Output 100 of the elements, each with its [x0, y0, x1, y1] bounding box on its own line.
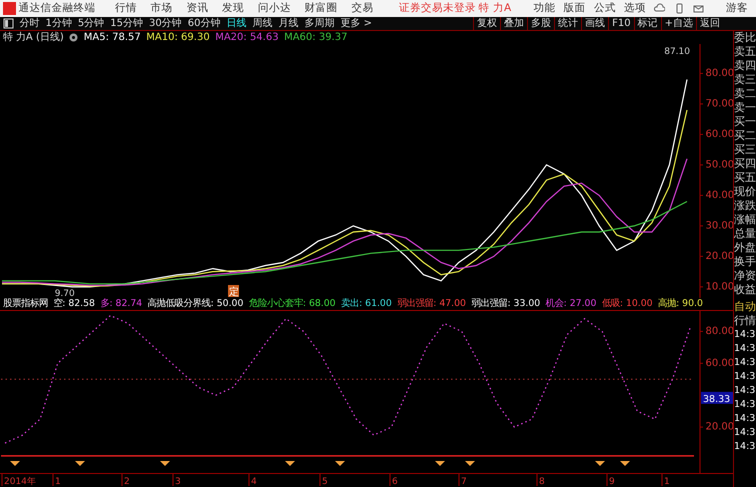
menu-item[interactable]: 财富圈 — [304, 0, 338, 17]
indicator-value: 机会: 27.00 — [546, 298, 596, 310]
marker-tag: 定 — [228, 285, 239, 298]
indicator-series-name: 多 — [100, 298, 110, 310]
indicator-value: 弱出强留: 33.00 — [471, 298, 540, 310]
menu-item[interactable]: 问小达 — [258, 0, 291, 17]
trade-time: 14:3 — [734, 412, 756, 426]
toolbar-button[interactable]: 多股 — [527, 17, 554, 30]
x-axis-label: 9 — [609, 477, 615, 486]
indicator-value: 低吸: 10.00 — [602, 298, 653, 310]
menu-item[interactable]: 版面 — [564, 0, 586, 17]
cloud-icon[interactable] — [654, 3, 666, 14]
period-tab[interactable]: 30分钟 — [146, 17, 185, 30]
quote-label: 涨跌 — [734, 199, 756, 213]
menu-item[interactable]: 发现 — [222, 0, 244, 17]
ma-value: : 54.63 — [243, 31, 279, 44]
period-tab[interactable]: 月线 — [275, 17, 302, 30]
trade-time: 14:3 — [734, 426, 756, 440]
toolbar-button[interactable]: +自选 — [660, 17, 696, 30]
panel-toggle-icon[interactable] — [2, 18, 14, 29]
chart-stock-label: 特 力A (日线) — [2, 31, 64, 44]
low-price-label: 9.70 — [54, 288, 75, 298]
quote-label: 收益 — [734, 283, 756, 297]
indicator-value: 高抛: 90.0 — [658, 298, 703, 310]
toolbar-button[interactable]: 画线 — [581, 17, 608, 30]
quote-label: 卖四 — [734, 59, 756, 73]
x-axis-label: 1 — [664, 477, 670, 486]
trade-time: 14:3 — [734, 384, 756, 398]
period-tab[interactable]: 多周期 — [301, 17, 338, 30]
menu-item[interactable]: 功能 — [533, 0, 556, 17]
auto-label: 自动 — [734, 300, 756, 314]
trade-time: 14:3 — [734, 356, 756, 370]
quote-label: 现价 — [734, 185, 756, 199]
trade-time: 14:3 — [734, 440, 756, 454]
indicator-value: 高抛低吸分界线: 50.00 — [148, 298, 244, 310]
toolbar-button[interactable]: F10 — [608, 17, 634, 30]
indicator-value: 空: 82.58 — [53, 298, 95, 310]
login-status[interactable]: 证券交易未登录 — [398, 0, 476, 17]
indicator-value: 卖出: 61.00 — [341, 298, 392, 310]
indicator-value: 股票指标网 — [2, 298, 48, 310]
x-axis-label: 5 — [322, 477, 328, 486]
period-tab[interactable]: 更多 > — [337, 17, 376, 30]
quote-label: 买一 — [734, 115, 756, 129]
ma-name: MA5 — [84, 31, 106, 44]
ma-name: MA20 — [215, 31, 244, 44]
indicator-value: 弱出强留: 47.00 — [397, 298, 466, 310]
menu-item[interactable]: 资讯 — [186, 0, 208, 17]
quote-label: 换手 — [734, 255, 756, 269]
menu-item[interactable]: 市场 — [150, 0, 172, 17]
quote-label: 净资 — [734, 269, 756, 283]
x-axis-label: 7 — [461, 477, 467, 486]
mail-icon[interactable] — [692, 3, 704, 14]
app-logo-icon — [2, 2, 16, 15]
period-tab[interactable]: 日线 — [223, 17, 250, 30]
toolbar-button[interactable]: 标记 — [634, 17, 661, 30]
menu-item[interactable]: 选项 — [624, 0, 646, 17]
toolbar-button[interactable]: 返回 — [696, 17, 723, 30]
ma-name: MA60 — [284, 31, 312, 44]
quote-label: 买三 — [734, 143, 756, 157]
trade-time: 14:3 — [734, 370, 756, 384]
period-tab[interactable]: 周线 — [249, 17, 276, 30]
user-name[interactable]: 游客 — [726, 0, 748, 17]
quote-label: 外盘 — [734, 241, 756, 255]
quote-label: 涨幅 — [734, 213, 756, 227]
gear-icon[interactable] — [69, 33, 78, 42]
quote-label: 行情 — [734, 314, 756, 328]
toolbar-button[interactable]: 统计 — [554, 17, 582, 30]
x-axis-label: 3 — [175, 477, 181, 486]
x-axis-label: 4 — [251, 477, 257, 486]
trade-time: 14:3 — [734, 328, 756, 342]
ma-value: : 39.37 — [312, 31, 348, 44]
indicator-value: 危险小心套牢: 68.00 — [248, 298, 336, 310]
x-axis-label: 8 — [539, 477, 545, 486]
period-tab[interactable]: 60分钟 — [184, 17, 224, 30]
trade-time: 14:3 — [734, 342, 756, 356]
period-tab[interactable]: 5分钟 — [74, 17, 108, 30]
toolbar-button[interactable]: 复权 — [473, 17, 500, 30]
quote-label: 委比 — [734, 31, 756, 45]
quote-label: 买五 — [734, 171, 756, 185]
quote-label: 卖二 — [734, 87, 756, 101]
phone-icon[interactable] — [674, 3, 684, 14]
period-tab[interactable]: 1分钟 — [42, 17, 75, 30]
x-axis-label: 6 — [392, 477, 398, 486]
quote-label: 买二 — [734, 129, 756, 143]
high-price-label: 87.10 — [664, 47, 690, 57]
quote-label: 总量 — [734, 227, 756, 241]
toolbar-button[interactable]: 叠加 — [500, 17, 528, 30]
menu-item[interactable]: 交易 — [351, 0, 374, 17]
x-axis-label: 2014年 — [4, 477, 36, 486]
menu-item[interactable]: 公式 — [594, 0, 616, 17]
quote-label: 卖三 — [734, 73, 756, 87]
x-axis-label: 1 — [55, 477, 61, 486]
quote-label: 卖五 — [734, 45, 756, 59]
menu-item[interactable]: 行情 — [114, 0, 137, 17]
ma-value: : 69.30 — [174, 31, 210, 44]
quote-label: 买四 — [734, 157, 756, 171]
period-tab[interactable]: 15分钟 — [107, 17, 146, 30]
stock-name: 特 力A — [478, 1, 512, 16]
period-tab[interactable]: 分时 — [16, 17, 42, 30]
current-value-tag: 38.33 — [701, 392, 733, 405]
